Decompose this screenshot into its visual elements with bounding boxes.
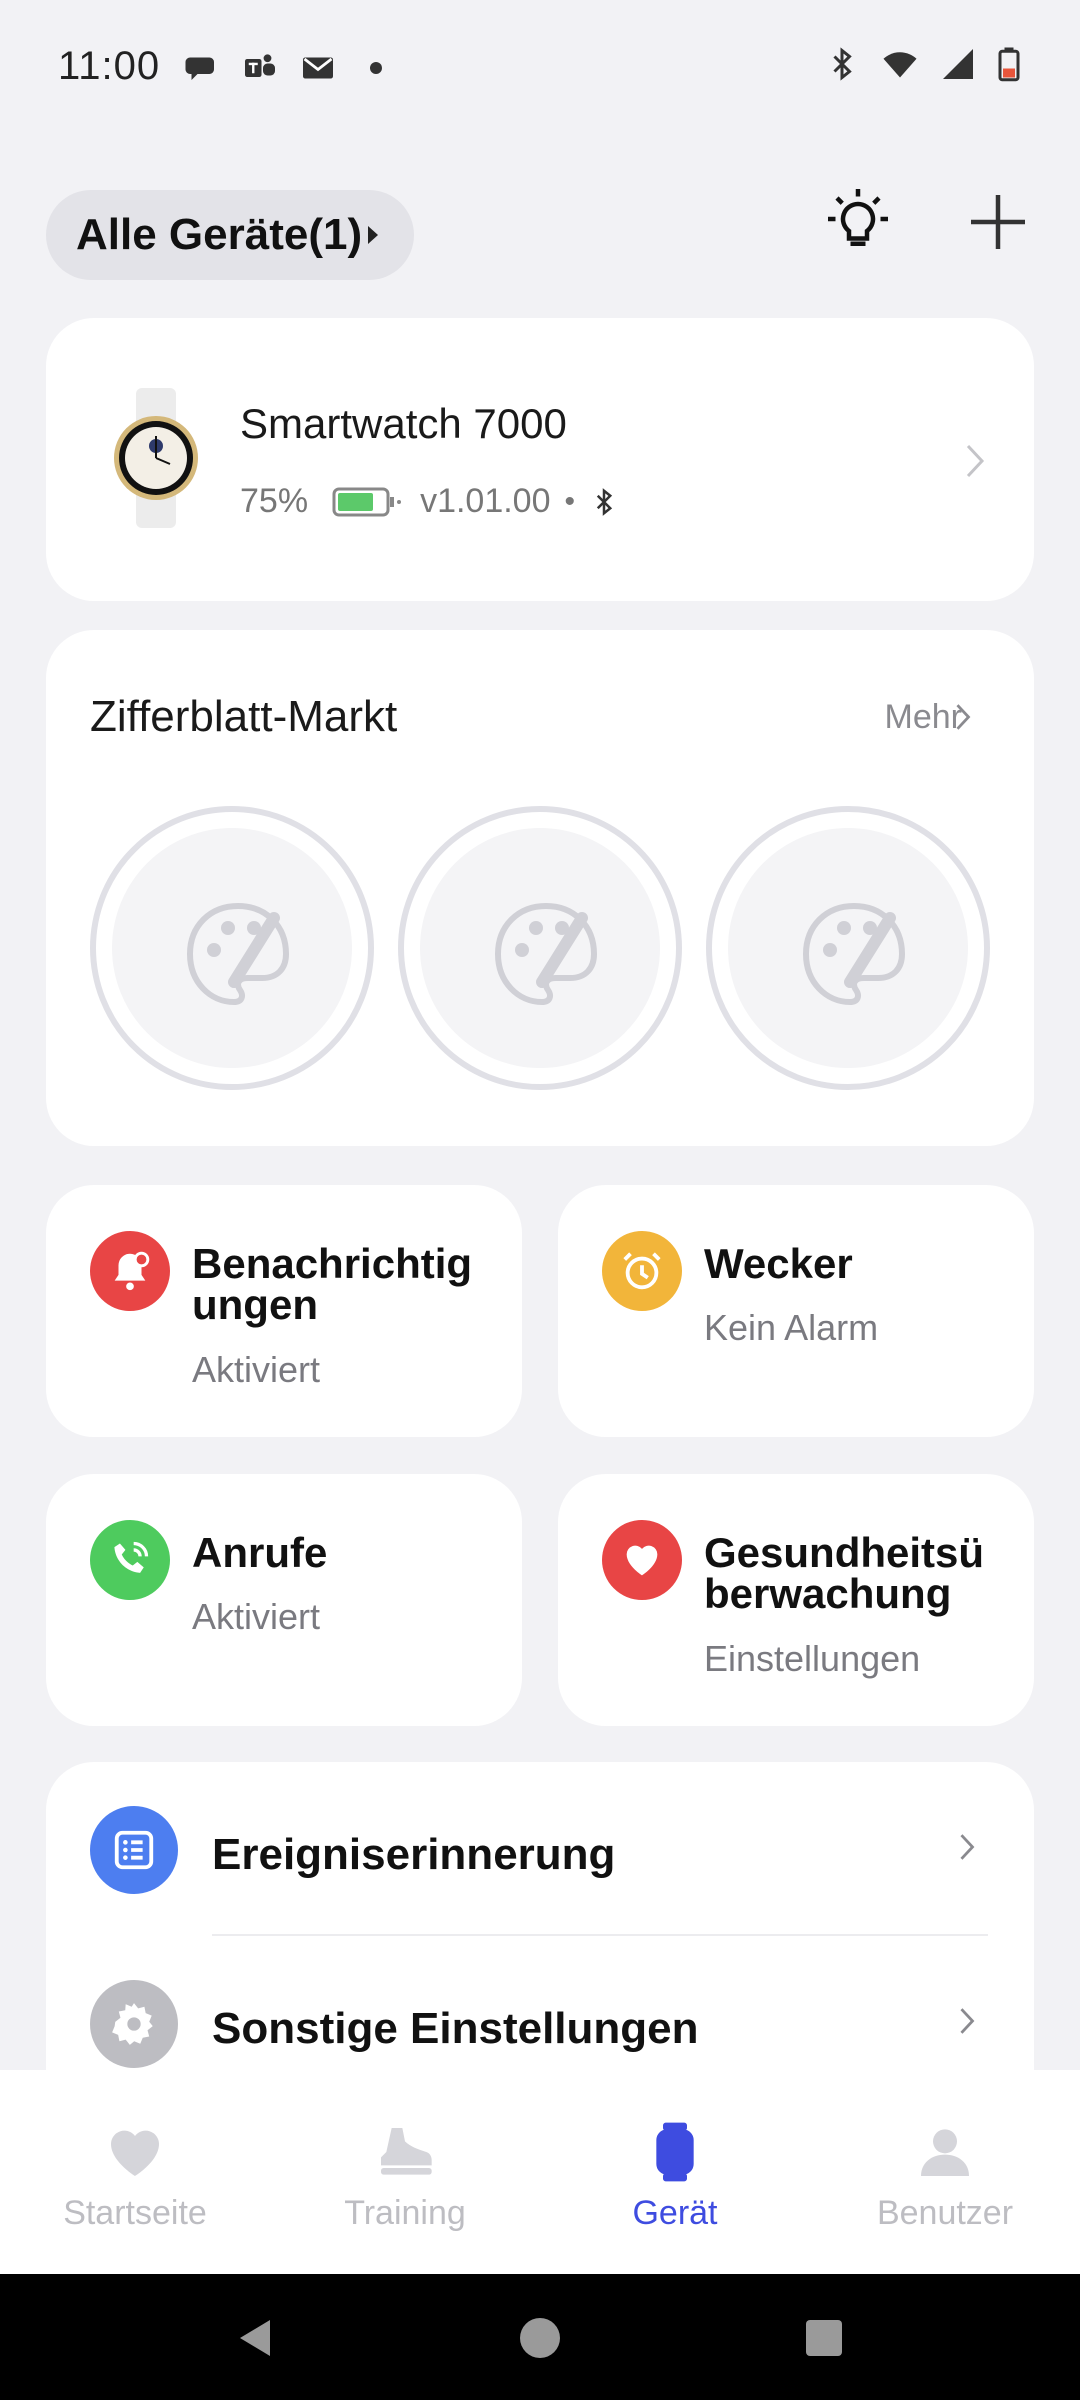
nav-label: Gerät bbox=[632, 2194, 718, 2232]
device-meta: 75% v1.01.00 • bbox=[240, 482, 619, 521]
gear-icon bbox=[90, 1980, 178, 2068]
phone-icon bbox=[90, 1520, 170, 1600]
alarm-tile[interactable]: Wecker Kein Alarm bbox=[558, 1185, 1034, 1437]
chevron-right-icon bbox=[960, 1834, 975, 1860]
watch-icon bbox=[656, 2122, 694, 2182]
mail-icon bbox=[303, 57, 333, 79]
nav-item-training[interactable]: Training bbox=[270, 2120, 540, 2233]
list-item-event-reminder[interactable]: Ereigniserinnerung bbox=[46, 1762, 1034, 1936]
battery-icon bbox=[332, 487, 402, 516]
paint-palette-icon bbox=[186, 902, 290, 1006]
all-devices-label: Alle Geräte(1) bbox=[76, 210, 363, 259]
status-time: 11:00 bbox=[58, 44, 161, 88]
market-title: Zifferblatt-Markt bbox=[90, 692, 398, 741]
system-status-icons bbox=[824, 46, 1024, 82]
alarm-status: Kein Alarm bbox=[704, 1307, 879, 1348]
chevron-right-icon bbox=[966, 444, 985, 478]
user-icon bbox=[921, 2129, 969, 2176]
wifi-icon bbox=[883, 52, 917, 78]
health-monitoring-tile[interactable]: Gesundheitsü berwachung Einstellungen bbox=[558, 1474, 1034, 1726]
notifications-tile[interactable]: Benachrichtig ungen Aktiviert bbox=[46, 1185, 522, 1437]
nav-label: Startseite bbox=[63, 2194, 207, 2232]
watch-face-market-card: Zifferblatt-Markt Mehr bbox=[46, 630, 1034, 1146]
plus-icon[interactable] bbox=[962, 186, 1034, 258]
nav-label: Training bbox=[344, 2194, 466, 2232]
paint-palette-icon bbox=[494, 902, 598, 1006]
teams-icon bbox=[245, 54, 275, 77]
shoe-icon bbox=[381, 2128, 432, 2175]
watch-face-placeholder[interactable] bbox=[90, 806, 374, 1090]
list-item-other-settings[interactable]: Sonstige Einstellungen bbox=[46, 1936, 1034, 2092]
all-devices-selector[interactable]: Alle Geräte(1) bbox=[46, 190, 414, 280]
calls-title: Anrufe bbox=[192, 1529, 328, 1576]
paint-palette-icon bbox=[802, 902, 906, 1006]
nav-item-device[interactable]: Gerät bbox=[540, 2120, 810, 2233]
settings-list-card: Ereigniserinnerung Sonstige Einstellunge… bbox=[46, 1762, 1034, 2092]
system-navigation-bar bbox=[0, 2274, 1080, 2400]
bluetooth-icon bbox=[596, 487, 613, 516]
heart-icon bbox=[602, 1520, 682, 1600]
alarm-title: Wecker bbox=[704, 1240, 853, 1287]
chevron-right-icon bbox=[960, 2008, 975, 2034]
calls-status: Aktiviert bbox=[192, 1596, 321, 1637]
bluetooth-icon bbox=[833, 47, 852, 81]
chat-bubble-icon bbox=[185, 57, 214, 80]
firmware-version: v1.01.00 bbox=[420, 482, 551, 520]
caret-right-icon bbox=[368, 226, 379, 244]
nav-label: Benutzer bbox=[876, 2194, 1014, 2232]
bottom-navigation: Startseite Training Gerät Benutzer bbox=[0, 2070, 1080, 2274]
nav-item-home[interactable]: Startseite bbox=[0, 2120, 270, 2233]
list-item-label: Sonstige Einstellungen bbox=[212, 2004, 699, 2053]
recents-icon[interactable] bbox=[800, 2314, 848, 2362]
notifications-status: Aktiviert bbox=[192, 1349, 321, 1390]
dot-icon bbox=[370, 62, 382, 74]
device-card[interactable]: Smartwatch 7000 75% v1.01.00 • bbox=[46, 318, 1034, 601]
notifications-title: Benachrichtig ungen bbox=[192, 1240, 473, 1328]
battery-low-icon bbox=[998, 47, 1020, 82]
heart-icon bbox=[111, 2130, 159, 2176]
alarm-clock-icon bbox=[602, 1231, 682, 1311]
battery-percent: 75% bbox=[240, 482, 309, 520]
device-name: Smartwatch 7000 bbox=[240, 400, 567, 447]
separator-dot: • bbox=[564, 484, 576, 518]
status-bar: 11:00 bbox=[0, 0, 1080, 130]
nav-item-user[interactable]: Benutzer bbox=[810, 2120, 1080, 2233]
health-monitoring-status: Einstellungen bbox=[704, 1638, 921, 1679]
market-more-link[interactable]: Mehr bbox=[885, 698, 962, 737]
calls-tile[interactable]: Anrufe Aktiviert bbox=[46, 1474, 522, 1726]
watch-face-placeholder[interactable] bbox=[398, 806, 682, 1090]
list-item-label: Ereigniserinnerung bbox=[212, 1830, 616, 1879]
notification-icons bbox=[184, 50, 394, 86]
lightbulb-icon[interactable] bbox=[822, 186, 894, 258]
signal-icon bbox=[943, 49, 973, 79]
watch-face-placeholder[interactable] bbox=[706, 806, 990, 1090]
home-icon[interactable] bbox=[516, 2314, 564, 2362]
health-monitoring-title: Gesundheitsü berwachung bbox=[704, 1529, 985, 1617]
back-icon[interactable] bbox=[232, 2314, 280, 2362]
bell-icon bbox=[90, 1231, 170, 1311]
watch-image bbox=[114, 388, 198, 528]
chevron-right-icon bbox=[956, 704, 971, 730]
list-icon bbox=[90, 1806, 178, 1894]
